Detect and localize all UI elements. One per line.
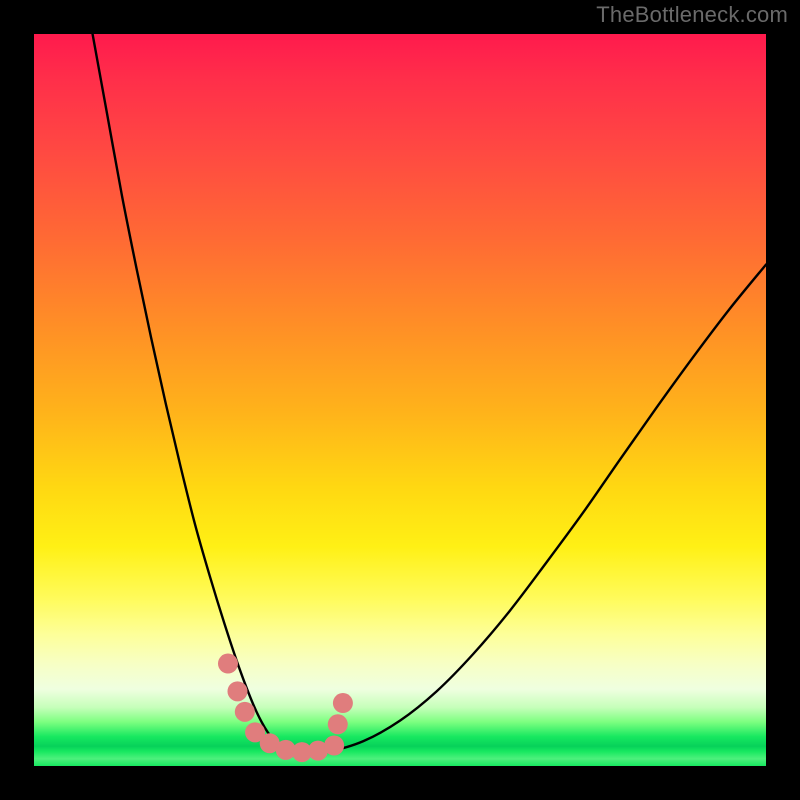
plot-area: [34, 34, 766, 766]
highlight-marker: [324, 736, 344, 756]
highlight-marker: [328, 714, 348, 734]
highlight-marker: [333, 693, 353, 713]
watermark-text: TheBottleneck.com: [596, 2, 788, 28]
chart-frame: TheBottleneck.com: [0, 0, 800, 800]
highlight-marker: [218, 654, 238, 674]
highlight-marker: [227, 681, 247, 701]
curve-highlight-markers: [34, 34, 766, 766]
highlight-marker: [235, 702, 255, 722]
